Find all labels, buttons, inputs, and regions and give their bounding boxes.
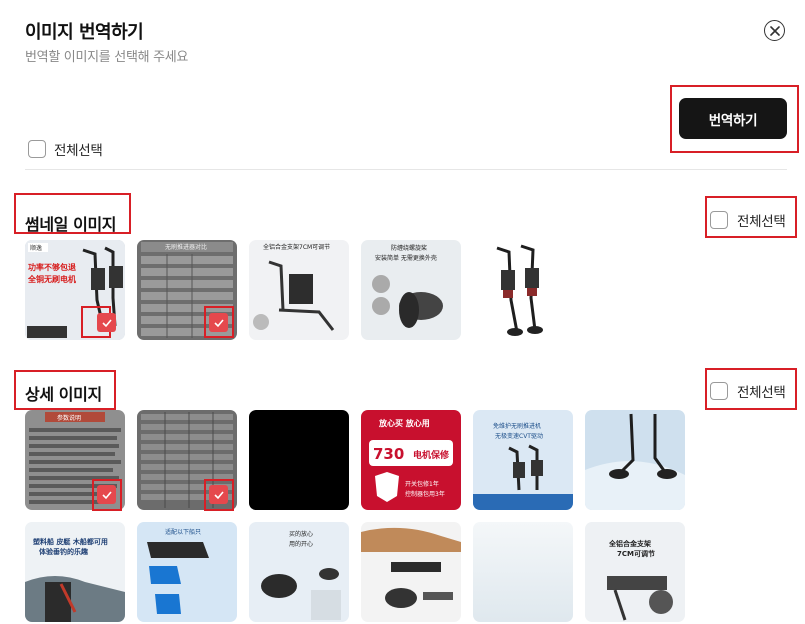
detail5-text-1: 无极变速CVT驱动 xyxy=(495,432,543,440)
detail4-text-1: 730 xyxy=(373,445,404,463)
select-all-global-checkbox[interactable] xyxy=(28,140,46,158)
detail-image-5[interactable]: 免维护无刷推进机 无极变速CVT驱动 xyxy=(473,410,573,510)
detail1-text-0: 参数说明 xyxy=(57,414,81,422)
detail-1-check[interactable] xyxy=(97,485,116,504)
thumbnail-image-5[interactable] xyxy=(473,240,573,340)
thumbnail-select-all[interactable]: 전체선택 xyxy=(710,210,786,230)
thumbnail-section-title: 썸네일 이미지 xyxy=(25,215,117,234)
dialog-subtitle: 번역할 이미지를 선택해 주세요 xyxy=(25,50,189,65)
translate-button[interactable]: 번역하기 xyxy=(679,98,787,139)
detail4-text-2: 电机保修 xyxy=(413,449,450,461)
detail4-text-0: 放心买 放心用 xyxy=(378,418,430,428)
checkmark-icon xyxy=(101,490,112,499)
thumbnail-image-5-art xyxy=(473,240,573,340)
detail-image-9[interactable]: 买的放心 用的开心 xyxy=(249,522,349,622)
detail-image-3-art xyxy=(249,410,349,510)
detail-image-5-art: 免维护无刷推进机 无极变速CVT驱动 xyxy=(473,410,573,510)
detail9-text-0: 买的放心 xyxy=(289,530,313,538)
detail4-text-4: 控制器包用3年 xyxy=(405,490,445,498)
thumbnail-1-check[interactable] xyxy=(97,313,116,332)
detail12-text-1: 7CM可调节 xyxy=(617,549,655,558)
detail-image-3[interactable] xyxy=(249,410,349,510)
detail-section-title: 상세 이미지 xyxy=(25,385,102,404)
detail-image-8-art: 适配以下船只 xyxy=(137,522,237,622)
thumbnail-select-all-checkbox[interactable] xyxy=(710,211,728,229)
detail-image-10[interactable] xyxy=(361,522,461,622)
close-icon xyxy=(769,25,780,36)
thumb4-text-0: 防缠绕螺旋桨 xyxy=(391,244,427,252)
detail-image-7[interactable]: 塑料船 皮艇 木船都可用 体验垂钓的乐趣 xyxy=(25,522,125,622)
detail-image-6[interactable] xyxy=(585,410,685,510)
detail-select-all-label: 전체선택 xyxy=(737,385,786,401)
detail8-text-0: 适配以下船只 xyxy=(165,528,201,536)
close-button[interactable] xyxy=(764,20,785,41)
detail5-text-0: 免维护无刷推进机 xyxy=(493,422,541,430)
select-all-global-label: 전체선택 xyxy=(54,143,103,159)
thumbnail-select-all-label: 전체선택 xyxy=(737,214,786,230)
detail7-text-1: 体验垂钓的乐趣 xyxy=(39,547,89,556)
detail4-text-3: 开关包修1年 xyxy=(405,480,439,488)
detail-image-7-art: 塑料船 皮艇 木船都可用 体验垂钓的乐趣 xyxy=(25,522,125,622)
divider xyxy=(25,169,787,170)
detail9-text-1: 用的开心 xyxy=(289,540,313,548)
checkmark-icon xyxy=(213,490,224,499)
detail-image-12[interactable]: 全铝合金支架 7CM可调节 xyxy=(585,522,685,622)
checkmark-icon xyxy=(213,318,224,327)
thumbnail-image-3-art: 全铝合金支架7CM可调节 xyxy=(249,240,349,340)
thumbnail-2-check[interactable] xyxy=(209,313,228,332)
detail12-text-0: 全铝合金支架 xyxy=(608,539,651,548)
detail-select-all[interactable]: 전체선택 xyxy=(710,381,786,401)
detail7-text-0: 塑料船 皮艇 木船都可用 xyxy=(33,537,108,546)
detail-image-11-art xyxy=(473,522,573,622)
thumbnail-image-3[interactable]: 全铝合金支架7CM可调节 xyxy=(249,240,349,340)
thumb3-text-0: 全铝合金支架7CM可调节 xyxy=(263,243,330,251)
detail-image-9-art: 买的放心 用的开心 xyxy=(249,522,349,622)
detail-image-8[interactable]: 适配以下船只 xyxy=(137,522,237,622)
thumb4-text-1: 安装简单 无需更换外壳 xyxy=(375,254,437,262)
thumb1-text-1: 功率不够包退 xyxy=(28,262,76,272)
detail-image-6-art xyxy=(585,410,685,510)
thumb1-text-0: 顺逸 xyxy=(30,244,42,252)
detail-select-all-checkbox[interactable] xyxy=(710,382,728,400)
detail-image-10-art xyxy=(361,522,461,622)
detail-2-check[interactable] xyxy=(209,485,228,504)
thumb2-text-0: 无刷推进器对比 xyxy=(165,243,207,251)
thumb1-text-2: 全铜无刷电机 xyxy=(27,274,76,284)
detail-image-4-art: 放心买 放心用 730 电机保修 开关包修1年 控制器包用3年 xyxy=(361,410,461,510)
thumbnail-image-4[interactable]: 防缠绕螺旋桨 安装简单 无需更换外壳 xyxy=(361,240,461,340)
detail-image-12-art: 全铝合金支架 7CM可调节 xyxy=(585,522,685,622)
checkmark-icon xyxy=(101,318,112,327)
select-all-global[interactable]: 전체선택 xyxy=(28,139,103,159)
detail-image-11[interactable] xyxy=(473,522,573,622)
detail-image-4[interactable]: 放心买 放心用 730 电机保修 开关包修1年 控制器包用3年 xyxy=(361,410,461,510)
thumbnail-image-4-art: 防缠绕螺旋桨 安装简单 无需更换外壳 xyxy=(361,240,461,340)
dialog-title: 이미지 번역하기 xyxy=(25,22,144,43)
